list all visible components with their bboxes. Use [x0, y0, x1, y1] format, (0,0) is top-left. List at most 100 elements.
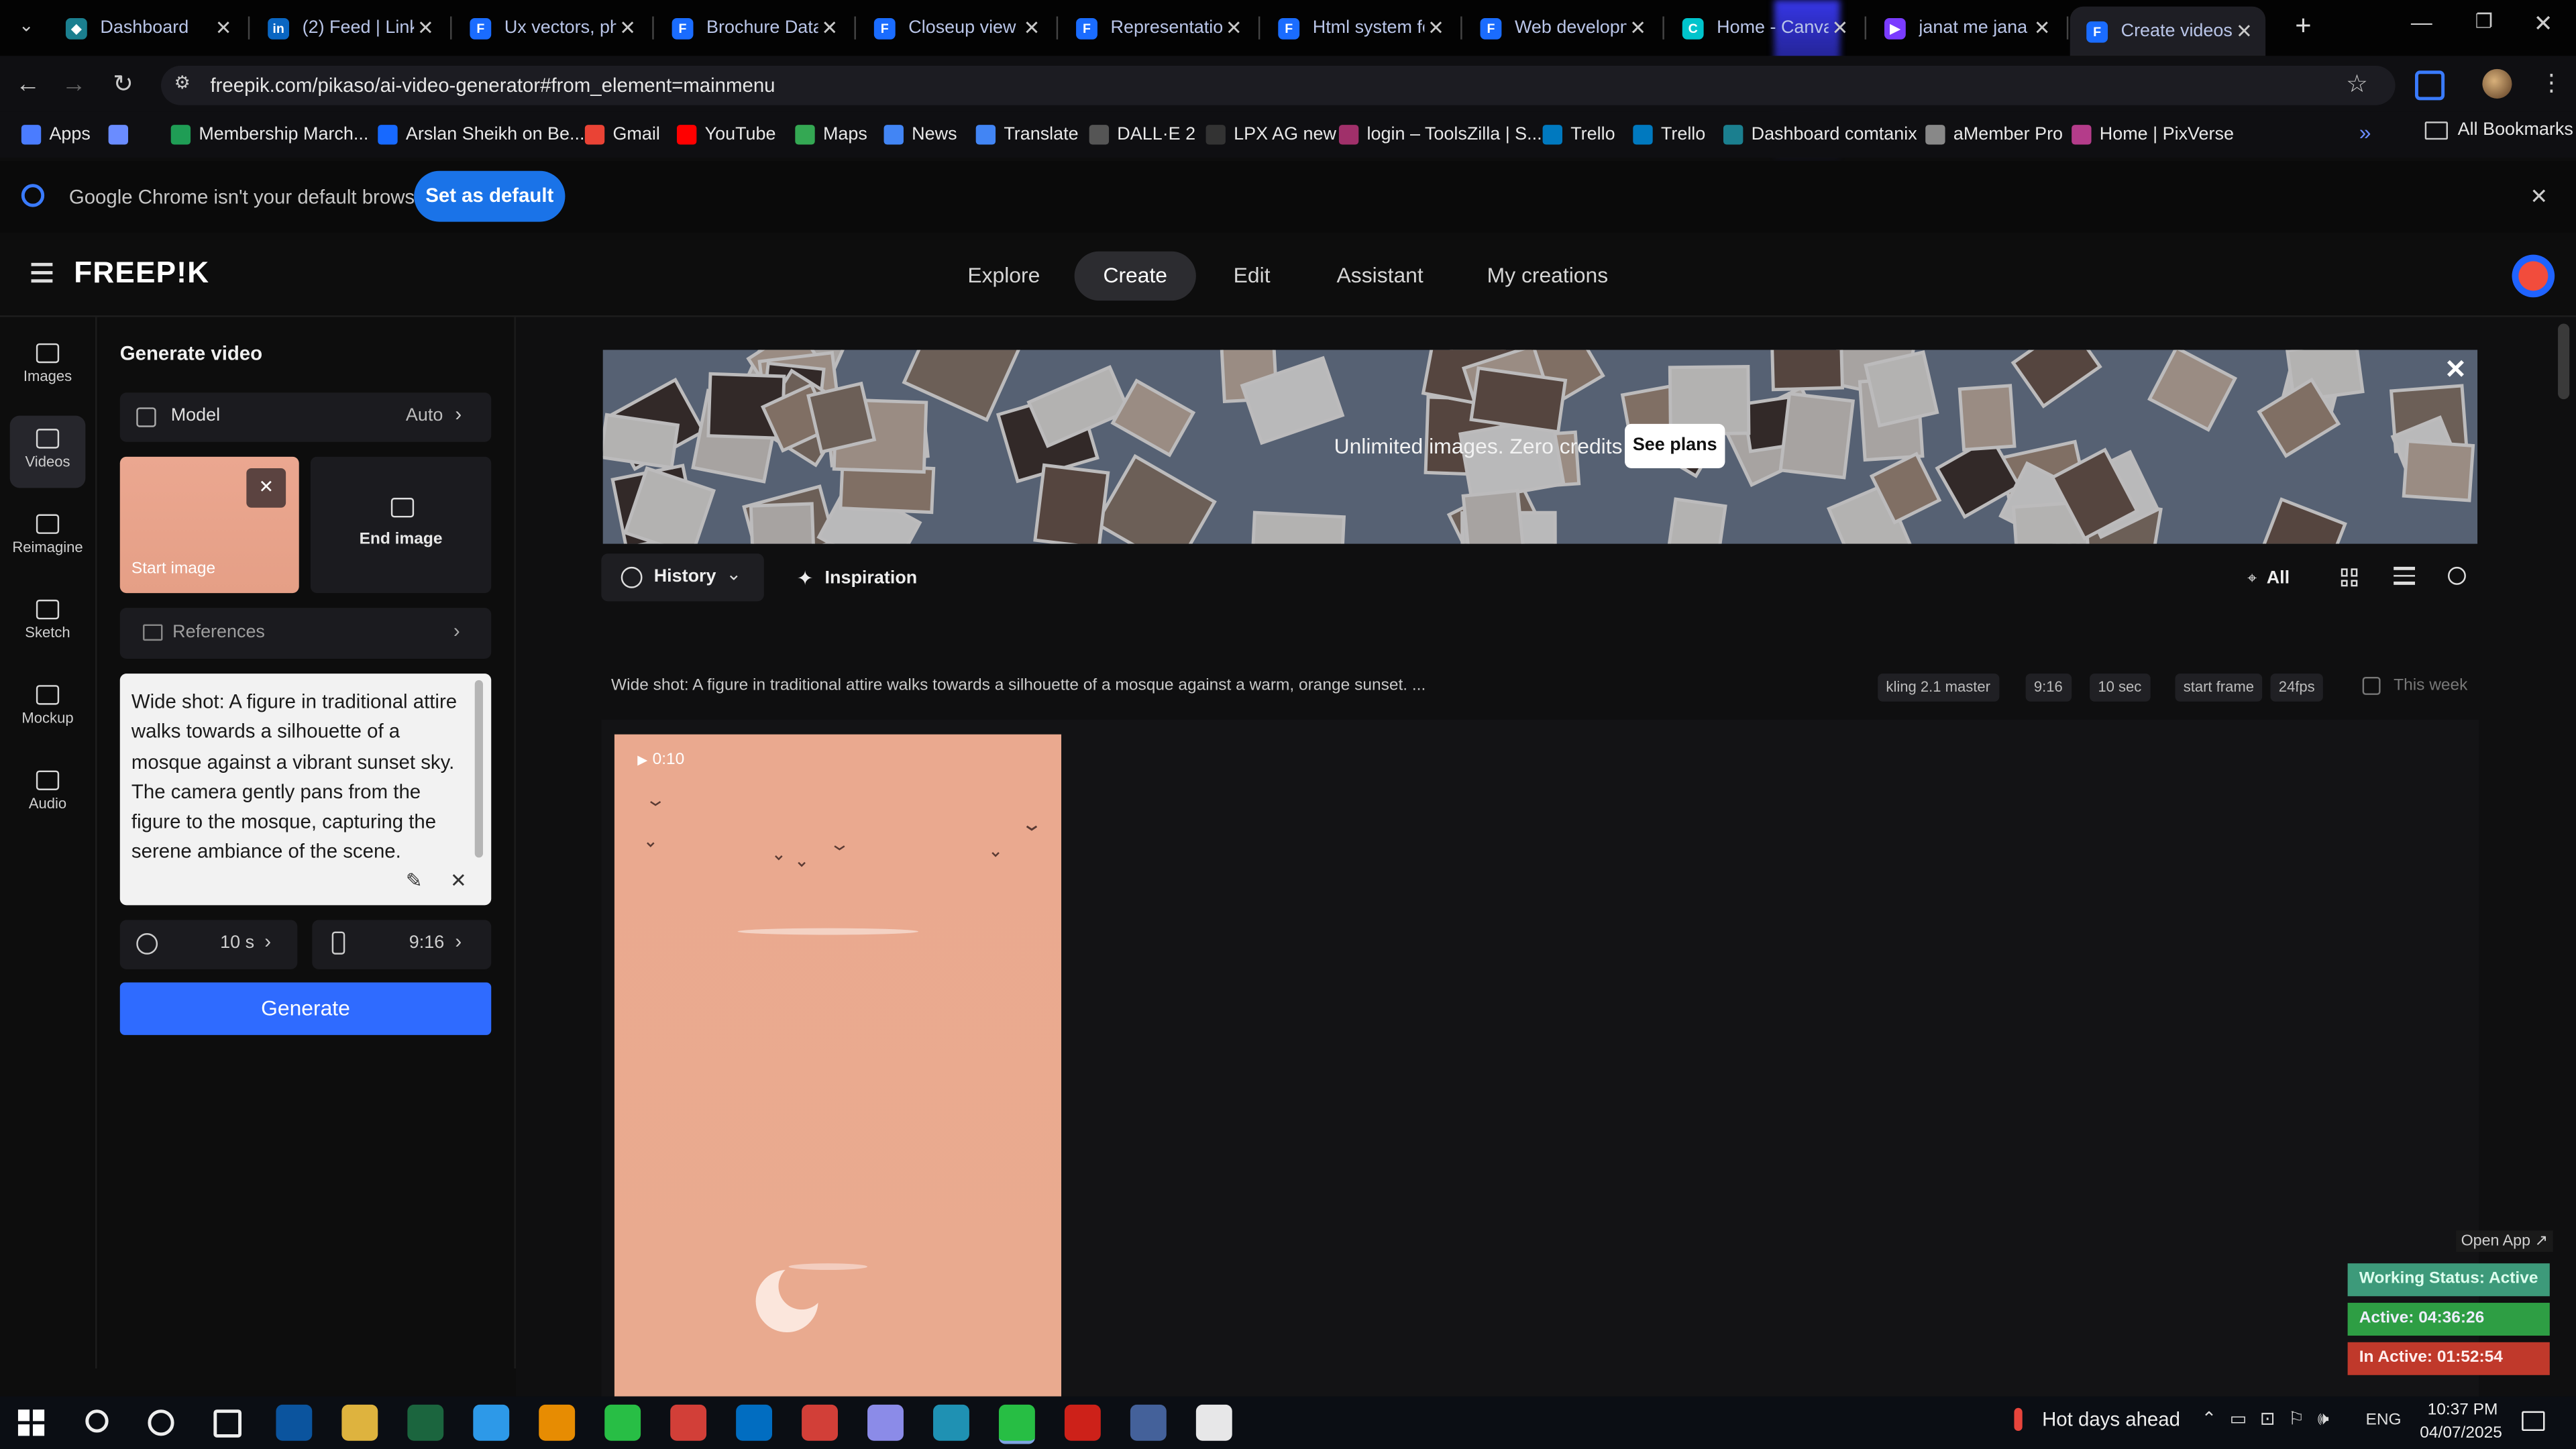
task-view-icon[interactable]: [213, 1409, 242, 1438]
browser-tab[interactable]: in (2) Feed | LinkedIn✕: [252, 7, 447, 50]
user-avatar[interactable]: [2512, 254, 2555, 298]
bookmark-item[interactable]: Trello: [1542, 120, 1615, 150]
language-indicator[interactable]: ENG: [2366, 1411, 2402, 1430]
forward-icon[interactable]: →: [56, 67, 92, 103]
tab-close-icon[interactable]: ✕: [1222, 16, 1245, 39]
prompt-box[interactable]: Wide shot: A figure in traditional attir…: [119, 674, 492, 906]
clock-date[interactable]: 04/07/2025: [2415, 1424, 2507, 1442]
bookmark-item[interactable]: LPX AG new: [1205, 120, 1336, 150]
bookmark-item[interactable]: Translate: [975, 120, 1079, 150]
duration-selector[interactable]: 10 s ›: [119, 920, 298, 969]
clock-time[interactable]: 10:37 PM: [2422, 1401, 2504, 1419]
bookmark-item[interactable]: YouTube: [676, 120, 775, 150]
rail-images[interactable]: Images: [10, 330, 86, 402]
taskbar-app-icon[interactable]: [1130, 1404, 1167, 1441]
back-icon[interactable]: ←: [10, 67, 46, 103]
tab-close-icon[interactable]: ✕: [1626, 16, 1649, 39]
bookmark-item[interactable]: Home | PixVerse: [2072, 120, 2234, 150]
prompt-text[interactable]: Wide shot: A figure in traditional attir…: [131, 687, 468, 867]
nav-my-creations[interactable]: My creations: [1472, 252, 1623, 301]
taskbar-app-icon[interactable]: [276, 1404, 313, 1441]
browser-tab[interactable]: ▶ janat me jana ✕: [1868, 7, 2063, 50]
tab-close-icon[interactable]: ✕: [616, 16, 639, 39]
history-dropdown[interactable]: History ⌄: [601, 553, 764, 602]
taskbar-app-icon[interactable]: [670, 1404, 707, 1441]
tab-close-icon[interactable]: ✕: [1020, 16, 1043, 39]
taskbar-app-icon[interactable]: [341, 1404, 378, 1441]
browser-tab[interactable]: F Closeup view of✕: [857, 7, 1053, 50]
browser-tab[interactable]: F Brochure Data ✕: [655, 7, 851, 50]
bookmark-star-icon[interactable]: ☆: [2346, 69, 2368, 99]
prompt-scrollbar[interactable]: [474, 680, 484, 858]
search-icon[interactable]: [2447, 566, 2466, 585]
browser-menu-icon[interactable]: ⋮: [2540, 69, 2563, 97]
nav-edit[interactable]: Edit: [1216, 252, 1288, 301]
clear-prompt-icon[interactable]: ✕: [450, 869, 467, 892]
bookmarks-overflow-icon[interactable]: »: [2359, 120, 2371, 145]
rail-reimagine[interactable]: Reimagine: [10, 501, 86, 574]
inspiration-button[interactable]: ✦ Inspiration: [797, 564, 918, 593]
tab-close-icon[interactable]: ✕: [1424, 16, 1447, 39]
extensions-icon[interactable]: [2415, 70, 2445, 101]
tab-close-icon[interactable]: ✕: [818, 16, 841, 39]
taskbar-app-icon[interactable]: [802, 1404, 838, 1441]
start-image-slot[interactable]: ✕ Start image: [119, 456, 299, 594]
tab-close-icon[interactable]: ✕: [2031, 16, 2053, 39]
rail-videos[interactable]: Videos: [9, 415, 86, 488]
page-scrollbar[interactable]: [2558, 323, 2570, 400]
taskbar-app-icon[interactable]: [1064, 1404, 1101, 1441]
browser-tab[interactable]: ◆ Dashboard ✕: [49, 7, 244, 50]
reload-icon[interactable]: ↻: [105, 67, 142, 103]
tray-icons[interactable]: ⌃▭⊡⚐🕪: [2202, 1408, 2343, 1431]
banner-close-icon[interactable]: ✕: [2530, 184, 2548, 210]
cortana-icon[interactable]: [148, 1409, 174, 1436]
bookmark-item[interactable]: Trello: [1633, 120, 1705, 150]
bookmark-item[interactable]: login – ToolsZilla | S...: [1338, 120, 1542, 150]
url-text[interactable]: freepik.com/pikaso/ai-video-generator#fr…: [210, 74, 775, 97]
search-taskbar-icon[interactable]: [85, 1409, 109, 1433]
generate-button[interactable]: Generate: [119, 982, 492, 1035]
filter-all-button[interactable]: ⌖ All: [2247, 564, 2290, 593]
weather-widget[interactable]: Hot days ahead: [2014, 1407, 2180, 1432]
browser-tab[interactable]: C Home - Canva ✕: [1666, 7, 1861, 50]
grid-view-icon[interactable]: [2341, 568, 2359, 587]
rail-sketch[interactable]: Sketch: [10, 586, 86, 659]
taskbar-app-icon[interactable]: [473, 1404, 510, 1441]
bookmark-item[interactable]: Dashboard comtanix: [1723, 120, 1917, 150]
settings-sliders-icon[interactable]: [2394, 566, 2416, 584]
nav-assistant[interactable]: Assistant: [1321, 252, 1439, 301]
tab-close-icon[interactable]: ✕: [414, 16, 437, 39]
browser-tab[interactable]: F Ux vectors, photos✕: [453, 7, 649, 50]
references-row[interactable]: References ›: [119, 608, 492, 659]
end-image-slot[interactable]: End image: [310, 456, 492, 594]
tab-close-icon[interactable]: ✕: [212, 16, 235, 39]
bookmark-item[interactable]: Arslan Sheikh on Be...: [378, 120, 584, 150]
bookmark-item[interactable]: News: [883, 120, 957, 150]
close-window-button[interactable]: ✕: [2524, 10, 2563, 43]
bookmark-item[interactable]: aMember Pro: [1925, 120, 2063, 150]
browser-tab[interactable]: F Web development✕: [1464, 7, 1659, 50]
bookmark-item[interactable]: Membership March...: [170, 120, 369, 150]
result-prompt[interactable]: Wide shot: A figure in traditional attir…: [611, 677, 1426, 695]
new-tab-button[interactable]: +: [2287, 10, 2320, 43]
bookmark-item[interactable]: Apps: [21, 120, 91, 150]
minimize-button[interactable]: —: [2402, 10, 2441, 43]
rail-mockup[interactable]: Mockup: [10, 672, 86, 745]
profile-avatar[interactable]: [2482, 68, 2512, 99]
tab-close-icon[interactable]: ✕: [2233, 19, 2255, 42]
restore-button[interactable]: ❐: [2464, 10, 2504, 43]
taskbar-app-icon[interactable]: [736, 1404, 773, 1441]
remove-image-button[interactable]: ✕: [246, 468, 286, 508]
browser-tab[interactable]: F Representation ✕: [1060, 7, 1255, 50]
browser-tab[interactable]: F Html system for✕: [1262, 7, 1457, 50]
enhance-prompt-icon[interactable]: ✎: [406, 869, 423, 892]
open-app-link[interactable]: Open App ↗: [2456, 1230, 2553, 1252]
model-selector[interactable]: Model Auto ›: [119, 392, 492, 442]
tab-close-icon[interactable]: ✕: [1829, 16, 1851, 39]
rail-audio[interactable]: Audio: [10, 757, 86, 830]
taskbar-app-icon[interactable]: [867, 1404, 904, 1441]
taskbar-app-icon[interactable]: [604, 1404, 641, 1441]
bookmark-item[interactable]: Maps: [795, 120, 867, 150]
freepik-logo[interactable]: FREEP!K: [74, 256, 209, 290]
see-plans-button[interactable]: See plans: [1625, 423, 1725, 468]
